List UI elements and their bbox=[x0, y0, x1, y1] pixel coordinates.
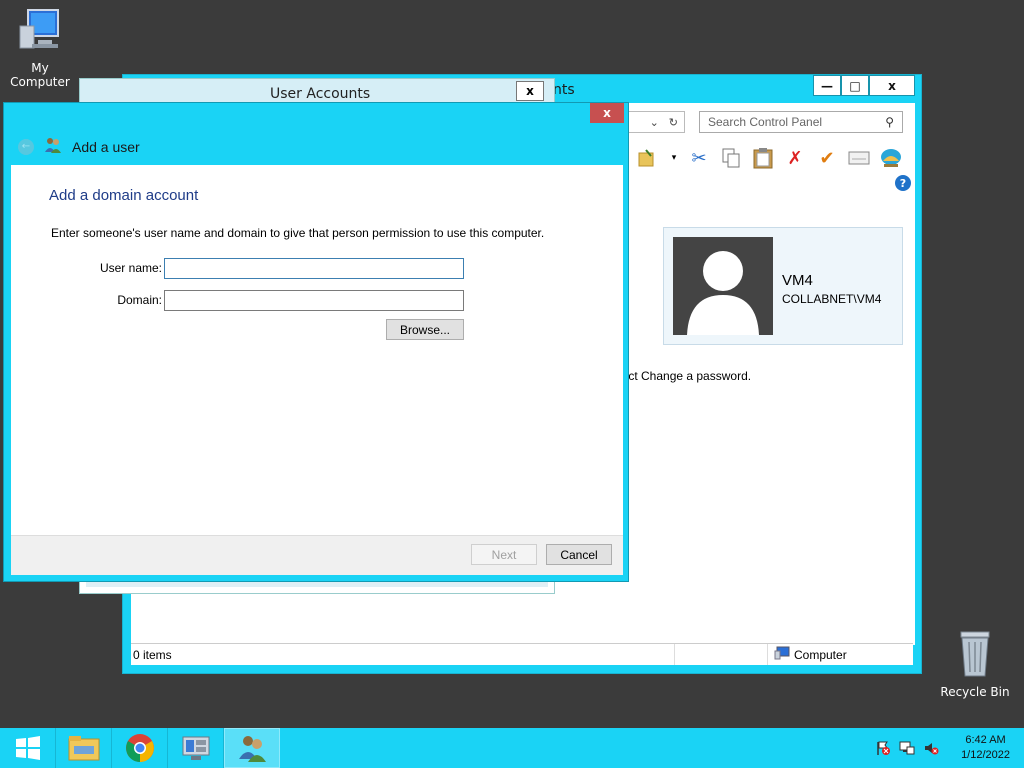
back-arrow-icon[interactable]: ← bbox=[18, 138, 34, 155]
close-button[interactable]: x bbox=[869, 75, 915, 96]
close-button[interactable]: x bbox=[516, 81, 544, 101]
user-name: VM4 bbox=[782, 272, 813, 289]
browse-button[interactable]: Browse... bbox=[386, 319, 464, 340]
properties-folder-icon[interactable] bbox=[637, 146, 661, 170]
paste-icon[interactable] bbox=[751, 146, 775, 170]
my-computer-label: My Computer bbox=[10, 61, 70, 89]
user-domain: COLLABNET\VM4 bbox=[782, 292, 882, 306]
dialog-body: Add a domain account Enter someone's use… bbox=[11, 165, 623, 535]
dialog-footer: Next Cancel bbox=[11, 535, 623, 575]
chevron-down-icon[interactable]: ⌄ bbox=[650, 116, 659, 129]
dialog-header-title: Add a user bbox=[72, 138, 140, 155]
computer-icon bbox=[774, 646, 790, 663]
user-accounts-title: User Accounts bbox=[270, 86, 371, 102]
server-manager-taskbar-icon[interactable] bbox=[168, 728, 224, 768]
instruction-text: Enter someone's user name and domain to … bbox=[51, 226, 545, 240]
taskbar: 6:42 AM 1/12/2022 bbox=[0, 728, 1024, 768]
delete-icon[interactable]: ✗ bbox=[783, 146, 807, 170]
username-label: User name: bbox=[99, 261, 162, 275]
username-field[interactable] bbox=[164, 258, 464, 279]
user-card[interactable]: VM4 COLLABNET\VM4 bbox=[663, 227, 903, 345]
action-center-flag-icon[interactable] bbox=[875, 740, 891, 756]
next-button[interactable]: Next bbox=[471, 544, 537, 565]
toolbar: ▾ ✂ ✗ ✔ bbox=[631, 143, 915, 173]
clock-time: 6:42 AM bbox=[965, 734, 1006, 746]
search-input[interactable]: Search Control Panel ⚲ bbox=[699, 111, 903, 133]
chrome-taskbar-icon[interactable] bbox=[112, 728, 168, 768]
user-accounts-taskbar-icon[interactable] bbox=[224, 728, 280, 768]
cancel-button[interactable]: Cancel bbox=[546, 544, 612, 565]
cut-icon[interactable]: ✂ bbox=[687, 146, 711, 170]
mail-icon[interactable] bbox=[847, 146, 871, 170]
domain-field[interactable] bbox=[164, 290, 464, 311]
status-location: Computer bbox=[767, 644, 847, 665]
help-icon[interactable]: ? bbox=[895, 175, 911, 191]
computer-icon bbox=[0, 8, 80, 57]
add-user-dialog: x ← Add a user Add a domain account Ente… bbox=[3, 102, 629, 582]
address-bar: ⌄ ↻ Search Control Panel ⚲ bbox=[621, 111, 915, 133]
start-button[interactable] bbox=[0, 728, 56, 768]
search-placeholder: Search Control Panel bbox=[708, 115, 823, 129]
search-icon[interactable]: ⚲ bbox=[885, 115, 894, 129]
status-location-label: Computer bbox=[794, 647, 847, 662]
change-password-hint: lect Change a password. bbox=[619, 369, 752, 383]
minimize-button[interactable]: — bbox=[813, 75, 841, 96]
network-icon[interactable] bbox=[899, 740, 915, 756]
users-icon bbox=[44, 136, 62, 157]
recycle-bin-desktop-icon[interactable]: Recycle Bin bbox=[935, 630, 1015, 699]
my-computer-desktop-icon[interactable]: My Computer bbox=[0, 8, 80, 89]
copy-icon[interactable] bbox=[719, 146, 743, 170]
clock[interactable]: 6:42 AM 1/12/2022 bbox=[961, 733, 1010, 763]
page-title: Add a domain account bbox=[49, 187, 199, 204]
control-panel-title: nts bbox=[553, 82, 575, 98]
status-bar: 0 items Computer bbox=[131, 643, 913, 665]
volume-muted-icon[interactable] bbox=[923, 740, 939, 756]
avatar bbox=[673, 237, 773, 335]
address-controls: ⌄ ↻ bbox=[621, 111, 685, 133]
domain-label: Domain: bbox=[117, 293, 162, 307]
maximize-button[interactable]: □ bbox=[841, 75, 869, 96]
status-item-count: 0 items bbox=[131, 644, 675, 665]
dialog-header: ← Add a user bbox=[18, 136, 140, 157]
refresh-icon[interactable]: ↻ bbox=[669, 116, 678, 129]
checkmark-icon[interactable]: ✔ bbox=[815, 146, 839, 170]
clock-date: 1/12/2022 bbox=[961, 749, 1010, 761]
close-button[interactable]: x bbox=[590, 103, 624, 123]
file-explorer-taskbar-icon[interactable] bbox=[56, 728, 112, 768]
recycle-bin-icon bbox=[935, 630, 1015, 681]
recycle-bin-label: Recycle Bin bbox=[940, 685, 1010, 699]
chevron-down-icon[interactable]: ▾ bbox=[669, 146, 679, 170]
globe-shell-icon[interactable] bbox=[879, 146, 903, 170]
system-tray: 6:42 AM 1/12/2022 bbox=[875, 728, 1010, 768]
